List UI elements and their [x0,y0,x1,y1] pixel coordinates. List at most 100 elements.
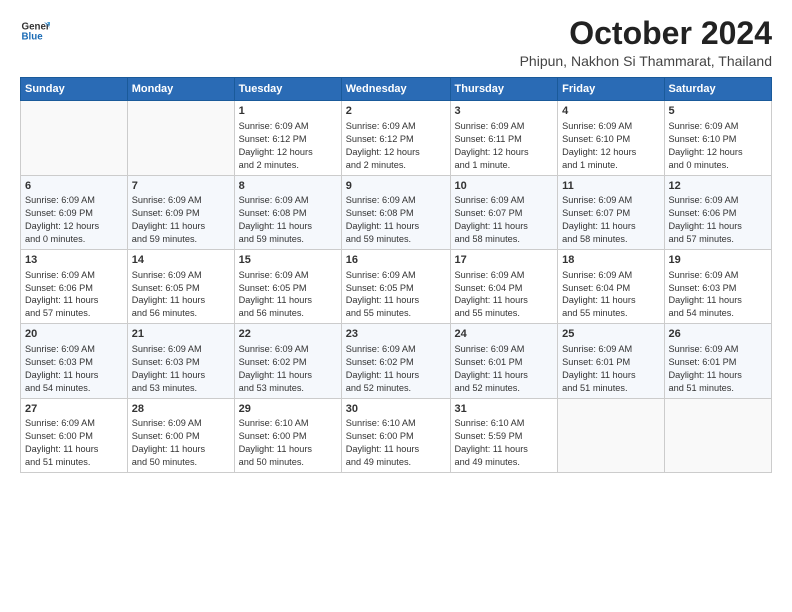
logo: General Blue [20,16,50,46]
table-row: 28Sunrise: 6:09 AM Sunset: 6:00 PM Dayli… [127,398,234,472]
day-info: Sunrise: 6:09 AM Sunset: 6:10 PM Dayligh… [669,120,768,172]
day-number: 30 [346,402,446,417]
day-info: Sunrise: 6:09 AM Sunset: 6:07 PM Dayligh… [455,194,554,246]
day-info: Sunrise: 6:10 AM Sunset: 6:00 PM Dayligh… [239,417,337,469]
day-number: 12 [669,179,768,194]
col-monday: Monday [127,78,234,101]
table-row: 17Sunrise: 6:09 AM Sunset: 6:04 PM Dayli… [450,249,558,323]
day-number: 3 [455,104,554,119]
month-title: October 2024 [520,16,772,51]
day-info: Sunrise: 6:09 AM Sunset: 6:12 PM Dayligh… [239,120,337,172]
table-row: 30Sunrise: 6:10 AM Sunset: 6:00 PM Dayli… [341,398,450,472]
table-row: 13Sunrise: 6:09 AM Sunset: 6:06 PM Dayli… [21,249,128,323]
day-info: Sunrise: 6:09 AM Sunset: 6:03 PM Dayligh… [25,343,123,395]
day-number: 1 [239,104,337,119]
table-row: 10Sunrise: 6:09 AM Sunset: 6:07 PM Dayli… [450,175,558,249]
table-row: 7Sunrise: 6:09 AM Sunset: 6:09 PM Daylig… [127,175,234,249]
col-sunday: Sunday [21,78,128,101]
table-row [664,398,772,472]
day-number: 13 [25,253,123,268]
table-row: 5Sunrise: 6:09 AM Sunset: 6:10 PM Daylig… [664,101,772,175]
day-number: 27 [25,402,123,417]
col-saturday: Saturday [664,78,772,101]
day-info: Sunrise: 6:09 AM Sunset: 6:05 PM Dayligh… [132,269,230,321]
day-number: 16 [346,253,446,268]
table-row: 11Sunrise: 6:09 AM Sunset: 6:07 PM Dayli… [558,175,664,249]
col-tuesday: Tuesday [234,78,341,101]
calendar-week-row: 27Sunrise: 6:09 AM Sunset: 6:00 PM Dayli… [21,398,772,472]
day-info: Sunrise: 6:09 AM Sunset: 6:02 PM Dayligh… [346,343,446,395]
day-number: 14 [132,253,230,268]
table-row [127,101,234,175]
table-row: 8Sunrise: 6:09 AM Sunset: 6:08 PM Daylig… [234,175,341,249]
day-info: Sunrise: 6:09 AM Sunset: 6:04 PM Dayligh… [455,269,554,321]
day-info: Sunrise: 6:09 AM Sunset: 6:06 PM Dayligh… [25,269,123,321]
day-number: 28 [132,402,230,417]
day-info: Sunrise: 6:09 AM Sunset: 6:05 PM Dayligh… [346,269,446,321]
day-info: Sunrise: 6:09 AM Sunset: 6:11 PM Dayligh… [455,120,554,172]
day-info: Sunrise: 6:09 AM Sunset: 6:08 PM Dayligh… [346,194,446,246]
table-row: 15Sunrise: 6:09 AM Sunset: 6:05 PM Dayli… [234,249,341,323]
page: General Blue October 2024 Phipun, Nakhon… [0,0,792,612]
calendar-header-row: Sunday Monday Tuesday Wednesday Thursday… [21,78,772,101]
table-row: 23Sunrise: 6:09 AM Sunset: 6:02 PM Dayli… [341,324,450,398]
table-row: 22Sunrise: 6:09 AM Sunset: 6:02 PM Dayli… [234,324,341,398]
day-number: 5 [669,104,768,119]
day-info: Sunrise: 6:09 AM Sunset: 6:04 PM Dayligh… [562,269,659,321]
day-number: 24 [455,327,554,342]
table-row: 27Sunrise: 6:09 AM Sunset: 6:00 PM Dayli… [21,398,128,472]
day-number: 9 [346,179,446,194]
table-row: 19Sunrise: 6:09 AM Sunset: 6:03 PM Dayli… [664,249,772,323]
logo-icon: General Blue [20,16,50,46]
col-wednesday: Wednesday [341,78,450,101]
day-info: Sunrise: 6:09 AM Sunset: 6:09 PM Dayligh… [132,194,230,246]
table-row: 2Sunrise: 6:09 AM Sunset: 6:12 PM Daylig… [341,101,450,175]
table-row: 24Sunrise: 6:09 AM Sunset: 6:01 PM Dayli… [450,324,558,398]
table-row: 18Sunrise: 6:09 AM Sunset: 6:04 PM Dayli… [558,249,664,323]
day-info: Sunrise: 6:09 AM Sunset: 6:08 PM Dayligh… [239,194,337,246]
table-row: 6Sunrise: 6:09 AM Sunset: 6:09 PM Daylig… [21,175,128,249]
table-row [21,101,128,175]
day-info: Sunrise: 6:09 AM Sunset: 6:02 PM Dayligh… [239,343,337,395]
day-number: 17 [455,253,554,268]
title-area: October 2024 Phipun, Nakhon Si Thammarat… [520,16,772,69]
day-info: Sunrise: 6:10 AM Sunset: 6:00 PM Dayligh… [346,417,446,469]
table-row: 14Sunrise: 6:09 AM Sunset: 6:05 PM Dayli… [127,249,234,323]
table-row: 29Sunrise: 6:10 AM Sunset: 6:00 PM Dayli… [234,398,341,472]
table-row: 26Sunrise: 6:09 AM Sunset: 6:01 PM Dayli… [664,324,772,398]
day-info: Sunrise: 6:09 AM Sunset: 6:09 PM Dayligh… [25,194,123,246]
calendar-week-row: 6Sunrise: 6:09 AM Sunset: 6:09 PM Daylig… [21,175,772,249]
day-number: 20 [25,327,123,342]
day-number: 23 [346,327,446,342]
table-row [558,398,664,472]
table-row: 9Sunrise: 6:09 AM Sunset: 6:08 PM Daylig… [341,175,450,249]
day-number: 31 [455,402,554,417]
table-row: 1Sunrise: 6:09 AM Sunset: 6:12 PM Daylig… [234,101,341,175]
day-info: Sunrise: 6:09 AM Sunset: 6:03 PM Dayligh… [132,343,230,395]
col-friday: Friday [558,78,664,101]
day-info: Sunrise: 6:09 AM Sunset: 6:00 PM Dayligh… [25,417,123,469]
day-number: 18 [562,253,659,268]
table-row: 21Sunrise: 6:09 AM Sunset: 6:03 PM Dayli… [127,324,234,398]
day-info: Sunrise: 6:09 AM Sunset: 6:01 PM Dayligh… [669,343,768,395]
day-info: Sunrise: 6:10 AM Sunset: 5:59 PM Dayligh… [455,417,554,469]
day-info: Sunrise: 6:09 AM Sunset: 6:07 PM Dayligh… [562,194,659,246]
day-number: 29 [239,402,337,417]
calendar-week-row: 13Sunrise: 6:09 AM Sunset: 6:06 PM Dayli… [21,249,772,323]
day-info: Sunrise: 6:09 AM Sunset: 6:10 PM Dayligh… [562,120,659,172]
day-info: Sunrise: 6:09 AM Sunset: 6:00 PM Dayligh… [132,417,230,469]
table-row: 3Sunrise: 6:09 AM Sunset: 6:11 PM Daylig… [450,101,558,175]
day-number: 19 [669,253,768,268]
table-row: 25Sunrise: 6:09 AM Sunset: 6:01 PM Dayli… [558,324,664,398]
day-number: 6 [25,179,123,194]
svg-text:Blue: Blue [22,31,44,42]
table-row: 4Sunrise: 6:09 AM Sunset: 6:10 PM Daylig… [558,101,664,175]
day-number: 2 [346,104,446,119]
day-number: 8 [239,179,337,194]
table-row: 31Sunrise: 6:10 AM Sunset: 5:59 PM Dayli… [450,398,558,472]
calendar-week-row: 1Sunrise: 6:09 AM Sunset: 6:12 PM Daylig… [21,101,772,175]
day-number: 4 [562,104,659,119]
day-number: 7 [132,179,230,194]
calendar-table: Sunday Monday Tuesday Wednesday Thursday… [20,77,772,473]
day-number: 15 [239,253,337,268]
